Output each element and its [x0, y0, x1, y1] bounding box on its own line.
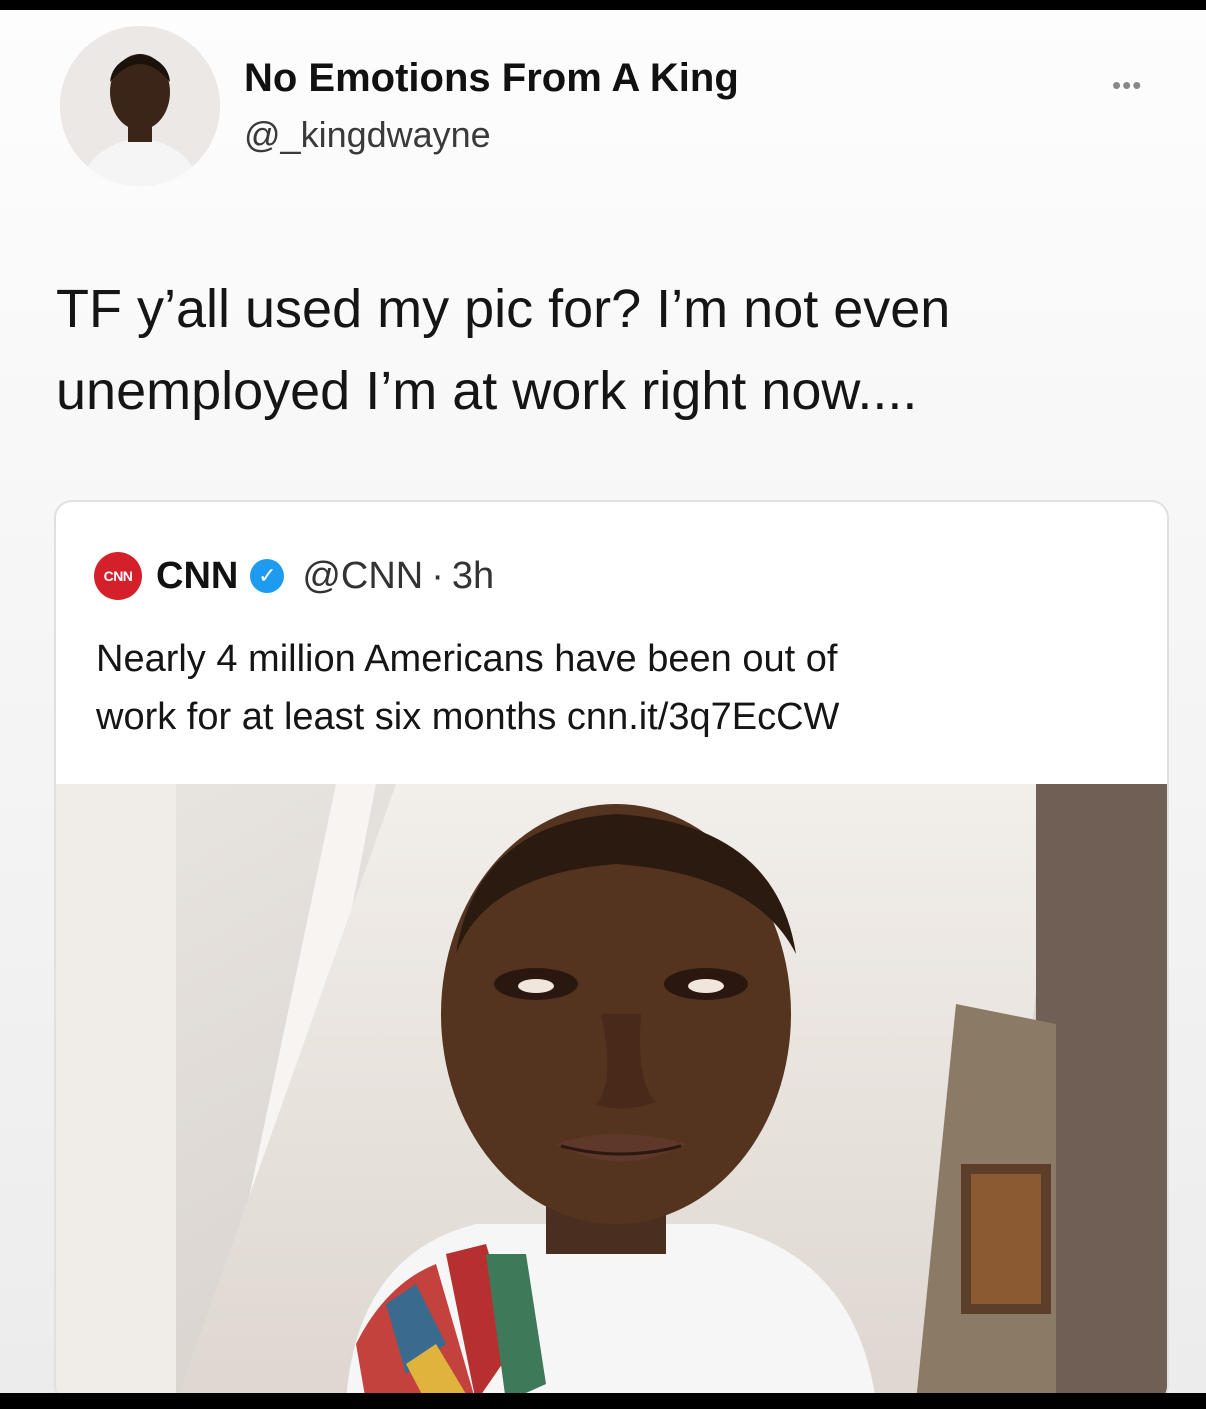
- author-handle[interactable]: @_kingdwayne: [244, 114, 491, 156]
- author-display-name[interactable]: No Emotions From A King: [244, 56, 739, 101]
- bottom-border: [0, 1393, 1206, 1409]
- author-avatar[interactable]: [60, 26, 220, 186]
- quoted-tweet-photo[interactable]: [56, 784, 1167, 1393]
- quoted-author-handle[interactable]: @CNN: [302, 555, 423, 598]
- quoted-author-name[interactable]: CNN: [156, 555, 238, 598]
- more-options-icon[interactable]: •••: [1112, 70, 1142, 101]
- quoted-tweet[interactable]: CNN CNN ✓ @CNN · 3h Nearly 4 million Ame…: [54, 500, 1169, 1393]
- separator-dot: ·: [431, 554, 444, 597]
- quoted-tweet-time[interactable]: 3h: [452, 555, 494, 598]
- tweet-card: No Emotions From A King @_kingdwayne •••…: [0, 10, 1206, 1393]
- quoted-tweet-header: CNN CNN ✓ @CNN · 3h: [94, 552, 494, 600]
- man-selfie-image: [56, 784, 1167, 1393]
- quoted-text-line[interactable]: work for at least six months cnn.it/3q7E…: [96, 688, 1116, 746]
- quoted-tweet-text: Nearly 4 million Americans have been out…: [96, 630, 1116, 746]
- tweet-text-line: TF y’all used my pic for? I’m not even: [56, 279, 951, 339]
- tweet-text-line: unemployed I’m at work right now....: [56, 361, 918, 421]
- verified-badge-icon: ✓: [250, 559, 285, 593]
- cnn-logo-icon[interactable]: CNN: [94, 552, 142, 600]
- tweet-text: TF y’all used my pic for? I’m not even u…: [56, 268, 1156, 432]
- quoted-text-line: Nearly 4 million Americans have been out…: [96, 638, 838, 680]
- avatar-photo: [60, 26, 220, 186]
